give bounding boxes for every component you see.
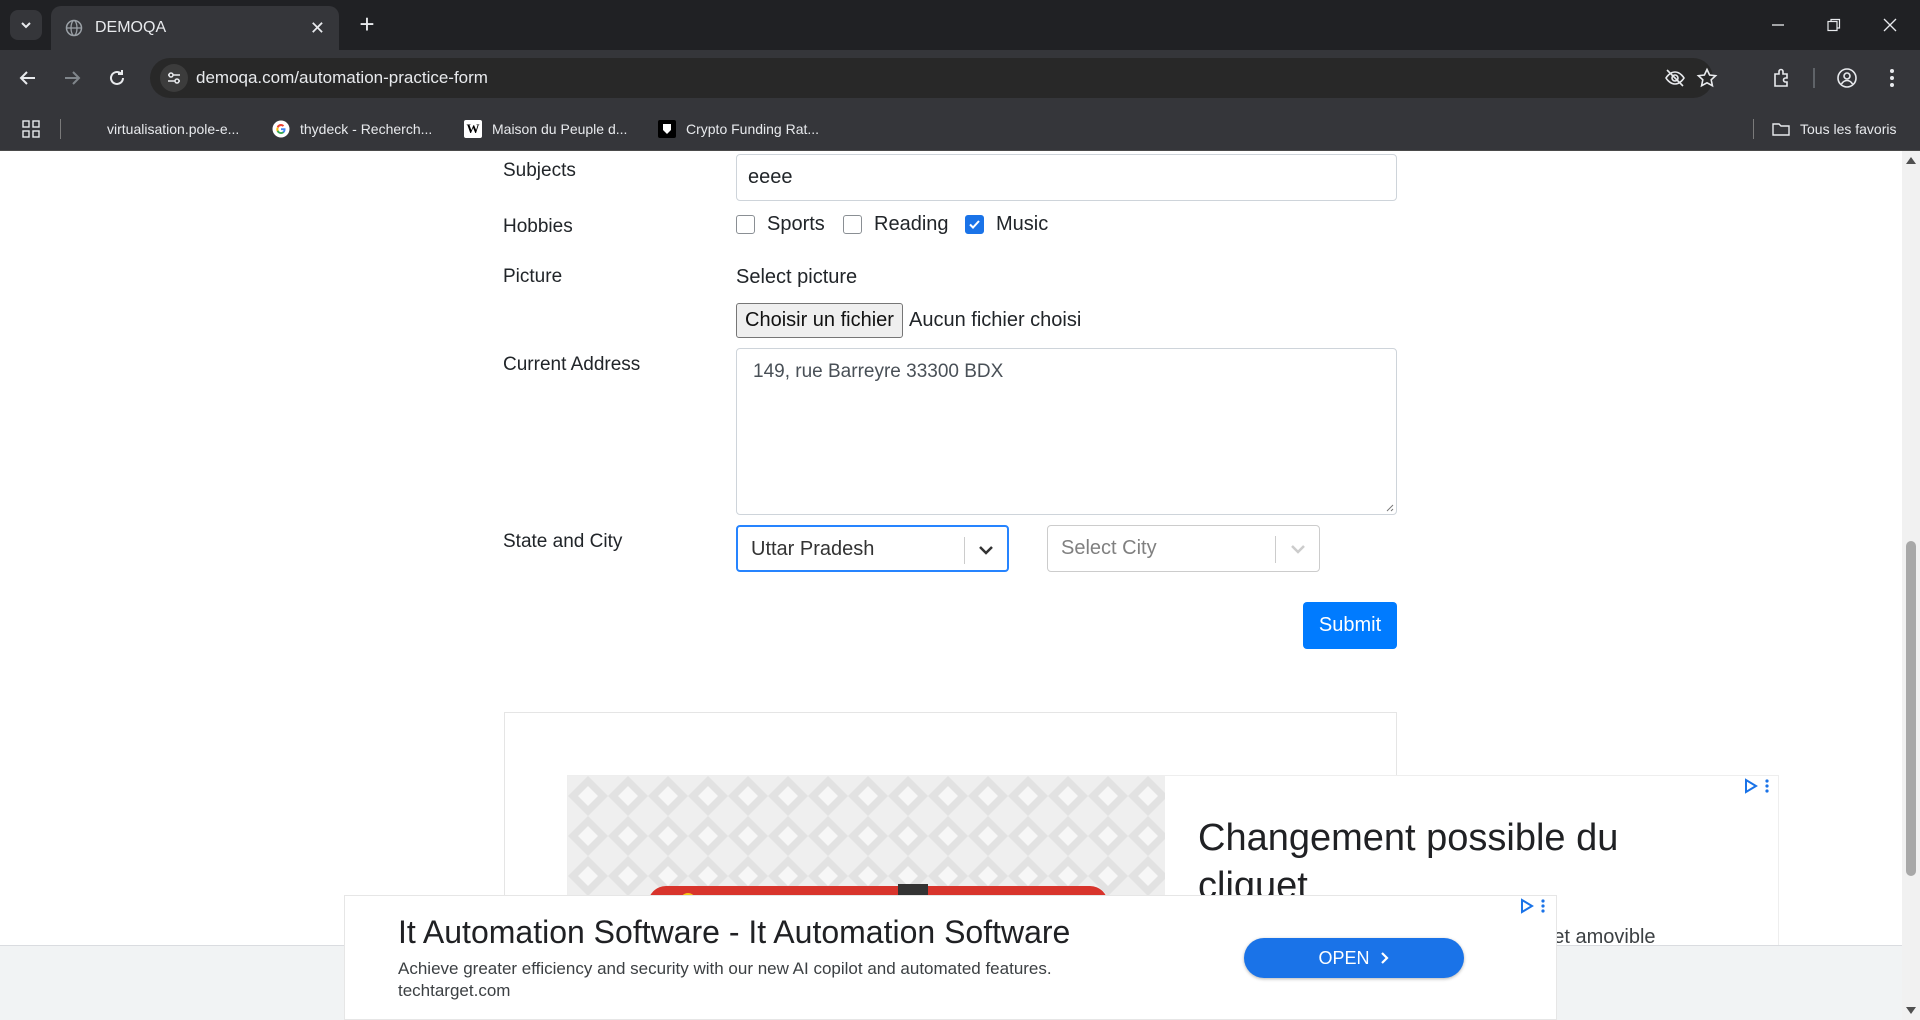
bookmark-crypto-funding[interactable]: Crypto Funding Rat... bbox=[658, 118, 819, 140]
address-value: 149, rue Barreyre 33300 BDX bbox=[753, 361, 1004, 382]
scroll-up-icon[interactable] bbox=[1906, 157, 1916, 164]
checkbox-box[interactable] bbox=[965, 215, 984, 234]
current-address-label: Current Address bbox=[503, 354, 641, 375]
picture-label: Picture bbox=[503, 266, 563, 287]
state-value: Uttar Pradesh bbox=[751, 538, 875, 560]
chevron-down-icon[interactable] bbox=[976, 540, 996, 560]
crypto-icon bbox=[658, 120, 676, 138]
address-bar[interactable]: demoqa.com/automation-practice-form bbox=[150, 58, 1718, 98]
file-status: Aucun fichier choisi bbox=[909, 309, 1082, 331]
apps-icon[interactable] bbox=[22, 118, 40, 140]
hobby-sports-checkbox[interactable]: Sports bbox=[736, 213, 825, 236]
folder-icon bbox=[1772, 120, 1790, 138]
banner-ad-domain: techtarget.com bbox=[398, 981, 511, 1000]
page-scrollbar[interactable] bbox=[1902, 151, 1920, 1020]
kebab-menu-icon bbox=[1765, 779, 1769, 793]
chevron-down-icon bbox=[21, 22, 31, 29]
checkbox-box[interactable] bbox=[843, 215, 862, 234]
tab-title: DEMOQA bbox=[95, 19, 167, 36]
minimize-icon bbox=[1772, 24, 1784, 26]
globe-icon bbox=[65, 19, 83, 37]
hobbies-label: Hobbies bbox=[503, 216, 573, 237]
banner-ad-description: Achieve greater efficiency and security … bbox=[398, 959, 1052, 978]
banner-ad[interactable]: It Automation Software - It Automation S… bbox=[344, 895, 1557, 1020]
choose-file-button[interactable]: Choisir un fichier bbox=[736, 303, 903, 338]
url-text: demoqa.com/automation-practice-form bbox=[196, 68, 488, 87]
state-select[interactable]: Uttar Pradesh bbox=[736, 525, 1009, 572]
eye-off-icon[interactable] bbox=[1663, 66, 1687, 90]
hobby-label: Sports bbox=[767, 213, 825, 235]
close-window-button[interactable] bbox=[1862, 0, 1918, 50]
checkmark-icon bbox=[969, 220, 980, 229]
subjects-label: Subjects bbox=[503, 160, 576, 181]
select-separator bbox=[964, 537, 965, 564]
open-label: OPEN bbox=[1318, 947, 1370, 968]
bookmarks-separator bbox=[60, 119, 61, 139]
hobby-music-checkbox[interactable]: Music bbox=[965, 213, 1048, 236]
profile-icon[interactable] bbox=[1833, 64, 1861, 92]
wikipedia-icon: W bbox=[464, 120, 482, 138]
hobby-reading-checkbox[interactable]: Reading bbox=[843, 213, 949, 236]
bookmark-thydeck[interactable]: thydeck - Recherch... bbox=[272, 118, 432, 140]
bookmark-label: Maison du Peuple d... bbox=[492, 121, 628, 137]
bookmark-label: virtualisation.pole-e... bbox=[107, 121, 240, 137]
site-info-icon[interactable] bbox=[160, 64, 188, 92]
select-picture-label: Select picture bbox=[736, 266, 858, 288]
bookmarks-bar: virtualisation.pole-e... thydeck - Reche… bbox=[0, 106, 1920, 151]
chevron-down-icon[interactable] bbox=[1288, 539, 1308, 559]
arrow-left-icon bbox=[19, 71, 35, 85]
city-placeholder: Select City bbox=[1061, 537, 1157, 559]
minimize-button[interactable] bbox=[1750, 0, 1806, 50]
restore-button[interactable] bbox=[1806, 0, 1862, 50]
arrow-right-icon bbox=[65, 71, 81, 85]
current-address-textarea[interactable]: 149, rue Barreyre 33300 BDX bbox=[736, 348, 1397, 515]
close-tab-icon[interactable]: ✕ bbox=[310, 18, 325, 39]
banner-open-button[interactable]: OPEN bbox=[1244, 938, 1464, 978]
back-button[interactable] bbox=[14, 64, 42, 92]
browser-tab[interactable]: DEMOQA ✕ bbox=[51, 6, 339, 50]
ad-choices[interactable] bbox=[1743, 778, 1769, 794]
city-select[interactable]: Select City bbox=[1047, 525, 1320, 572]
hobby-label: Music bbox=[996, 213, 1049, 235]
bookmark-label: thydeck - Recherch... bbox=[300, 121, 433, 137]
toolbar-separator bbox=[1813, 68, 1815, 88]
extensions-icon[interactable] bbox=[1768, 64, 1796, 92]
more-menu-icon[interactable] bbox=[1878, 64, 1906, 92]
page-viewport: Subjects eeee Hobbies Sports Reading Mus… bbox=[0, 151, 1902, 1020]
subjects-input[interactable]: eeee bbox=[736, 154, 1397, 201]
ad-choices[interactable] bbox=[1519, 898, 1545, 914]
new-tab-button[interactable]: + bbox=[352, 9, 382, 39]
scroll-down-icon[interactable] bbox=[1906, 1007, 1916, 1014]
kebab-menu-icon bbox=[1541, 899, 1545, 913]
star-icon[interactable] bbox=[1695, 66, 1719, 90]
reload-button[interactable] bbox=[103, 64, 131, 92]
chevron-right-icon bbox=[1380, 952, 1389, 964]
browser-toolbar: demoqa.com/automation-practice-form bbox=[0, 50, 1920, 106]
submit-button[interactable]: Submit bbox=[1303, 602, 1397, 649]
tab-strip: DEMOQA ✕ + bbox=[0, 0, 1920, 50]
checkbox-box[interactable] bbox=[736, 215, 755, 234]
bookmark-maison-du-peuple[interactable]: W Maison du Peuple d... bbox=[464, 118, 627, 140]
resize-grip-icon[interactable] bbox=[1384, 502, 1394, 512]
bookmarks-separator bbox=[1753, 119, 1754, 139]
bookmark-virtualisation[interactable]: virtualisation.pole-e... bbox=[107, 118, 239, 140]
restore-icon bbox=[1827, 18, 1841, 32]
all-bookmarks-label: Tous les favoris bbox=[1800, 121, 1897, 137]
reload-icon bbox=[110, 70, 124, 85]
adchoices-icon bbox=[1745, 778, 1758, 794]
scrollbar-thumb[interactable] bbox=[1906, 541, 1916, 876]
adchoices-icon bbox=[1521, 898, 1534, 914]
google-icon bbox=[272, 120, 290, 138]
hobby-label: Reading bbox=[874, 213, 949, 235]
close-icon bbox=[1883, 18, 1897, 32]
select-separator bbox=[1275, 536, 1276, 563]
all-bookmarks-button[interactable]: Tous les favoris bbox=[1772, 118, 1896, 140]
forward-button[interactable] bbox=[58, 64, 86, 92]
subjects-value: eeee bbox=[748, 166, 793, 188]
state-city-label: State and City bbox=[503, 531, 623, 552]
bookmark-label: Crypto Funding Rat... bbox=[686, 121, 820, 137]
tab-search-button[interactable] bbox=[10, 10, 42, 40]
banner-ad-title: It Automation Software - It Automation S… bbox=[398, 914, 1071, 950]
